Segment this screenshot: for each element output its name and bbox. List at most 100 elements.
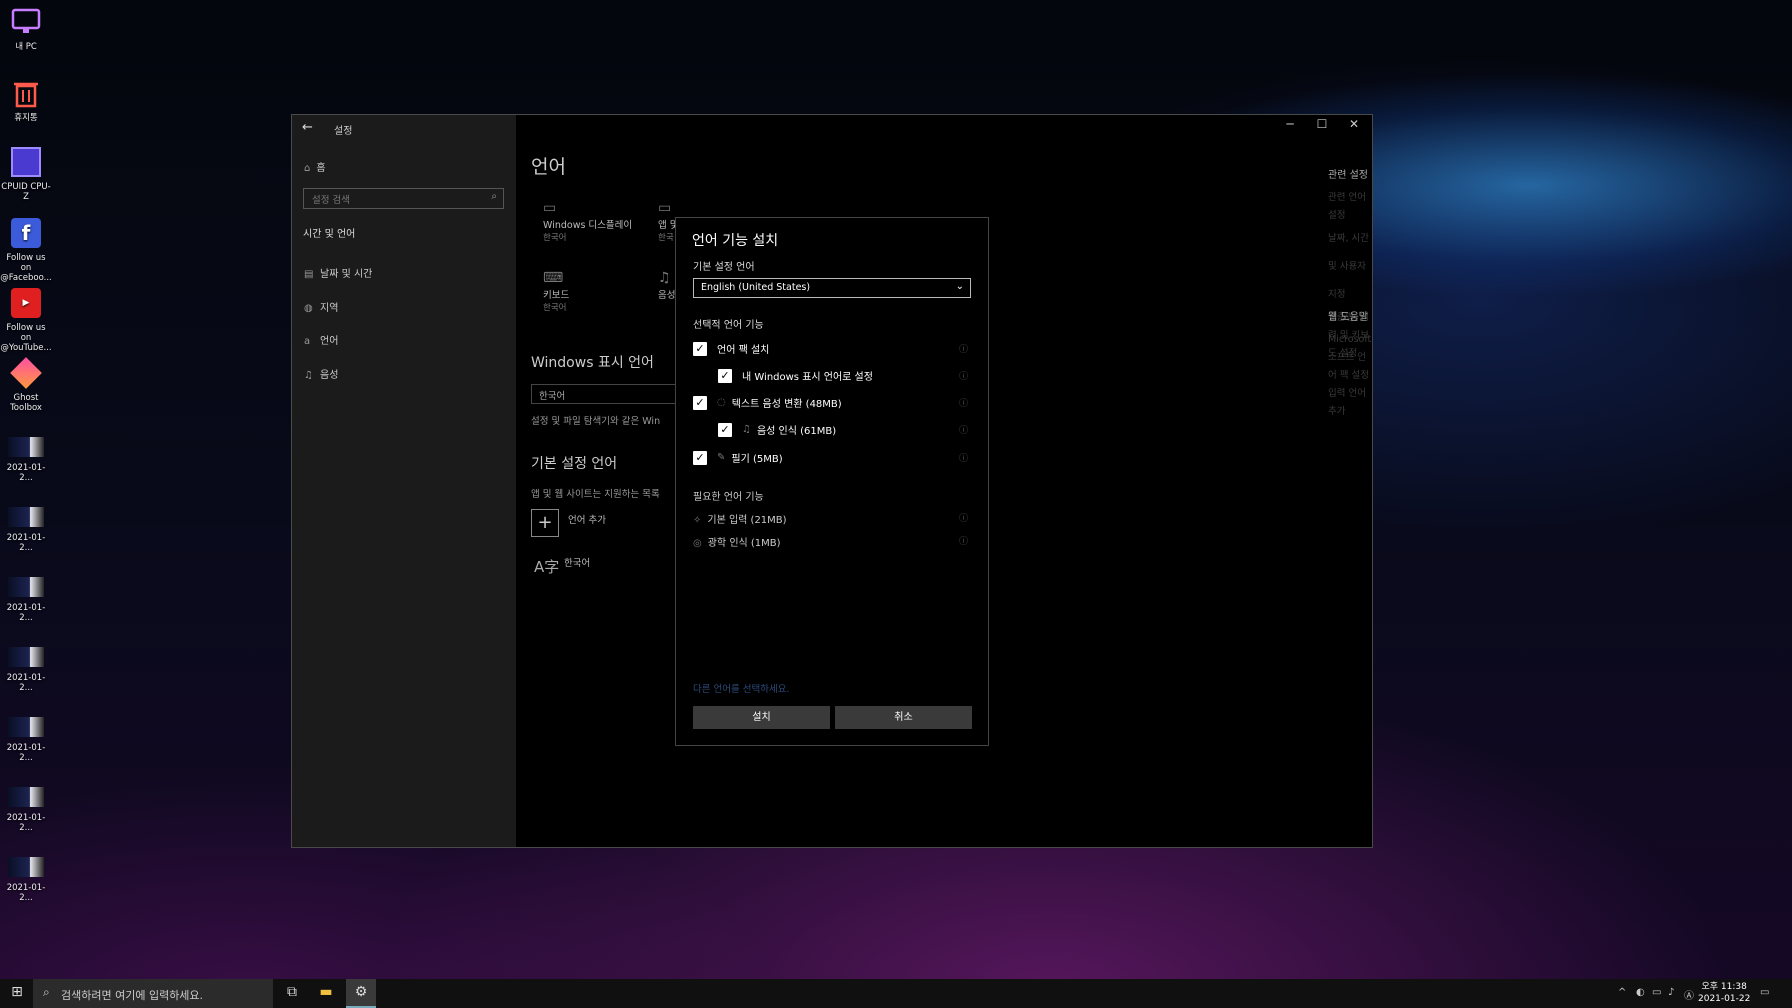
- desktop-icon-screenshot[interactable]: 2021-01-2...: [0, 495, 52, 553]
- checkbox-checked-icon[interactable]: ✓: [718, 368, 732, 383]
- settings-gear-icon[interactable]: ⚙: [346, 979, 376, 1008]
- network-icon[interactable]: ▭: [1652, 987, 1661, 998]
- required-label: 광학 인식 (1MB): [707, 538, 781, 549]
- info-icon[interactable]: ⓘ: [959, 342, 968, 355]
- desktop-icon-screenshot[interactable]: 2021-01-2...: [0, 635, 52, 693]
- desktop-icon-label: 2021-01-2...: [6, 813, 46, 833]
- maximize-icon[interactable]: ☐: [1307, 117, 1337, 131]
- settings-search-input[interactable]: 설정 검색 ⌕: [303, 188, 504, 209]
- facebook-icon: f: [9, 216, 43, 250]
- desktop-icon-screenshot[interactable]: 2021-01-2...: [0, 565, 52, 623]
- taskbar-clock[interactable]: 오후 11:38 2021-01-22: [1698, 981, 1750, 1005]
- image-thumbnail: [8, 717, 44, 737]
- image-thumbnail: [8, 577, 44, 597]
- handwriting-icon: ✎: [717, 452, 726, 463]
- install-button[interactable]: 설치: [693, 706, 830, 729]
- desktop-icon-this-pc[interactable]: 내 PC: [0, 5, 52, 52]
- back-arrow-icon[interactable]: ←: [302, 120, 313, 135]
- tile-sub: 한국어: [543, 303, 567, 313]
- tile-label: 키보드: [543, 290, 570, 301]
- sidebar-item-home[interactable]: ⌂ 홈: [304, 159, 326, 174]
- tile-keyboard[interactable]: ⌨ 키보드 한국어: [543, 271, 570, 315]
- preferred-language-heading: 기본 설정 언어: [531, 456, 618, 472]
- desktop-icon-ghost-toolbox[interactable]: Ghost Toolbox: [0, 356, 52, 413]
- related-link[interactable]: 날짜, 시간 및 사용자 지정: [1328, 225, 1372, 309]
- search-icon: ⌕: [491, 191, 497, 202]
- minimize-icon[interactable]: ─: [1275, 117, 1305, 131]
- desktop-icon-label: Ghost Toolbox: [10, 393, 42, 413]
- checkbox-checked-icon[interactable]: ✓: [718, 422, 732, 437]
- info-icon[interactable]: ⓘ: [959, 511, 968, 524]
- desktop-icon-screenshot[interactable]: 2021-01-2...: [0, 425, 52, 483]
- calendar-clock-icon: ▤: [304, 269, 314, 280]
- option-text-to-speech[interactable]: ✓ ◌ 텍스트 음성 변환 (48MB): [693, 395, 842, 410]
- sidebar-item-label: 날짜 및 시간: [320, 269, 373, 280]
- desktop-icon-cpuz[interactable]: CPUID CPU-Z: [0, 145, 52, 202]
- option-language-pack[interactable]: ✓ 언어 팩 설치: [693, 341, 769, 356]
- checkbox-checked-icon[interactable]: ✓: [693, 450, 707, 465]
- sidebar-item-language[interactable]: a 언어: [304, 332, 338, 347]
- desktop-icon-screenshot[interactable]: 2021-01-2...: [0, 705, 52, 763]
- image-thumbnail: [8, 437, 44, 457]
- taskbar: ⊞ ⌕ 검색하려면 여기에 입력하세요. ⧉ ▬ ⚙ ^ ◐ ▭ ♪ Ⓐ 오후 1…: [0, 979, 1792, 1008]
- chevron-down-icon: ⌄: [955, 281, 964, 292]
- add-language-icon[interactable]: +: [531, 509, 559, 537]
- ime-icon[interactable]: Ⓐ: [1684, 987, 1694, 1002]
- tile-sub: 한국어: [543, 233, 567, 243]
- info-icon[interactable]: ⓘ: [959, 423, 968, 436]
- related-link[interactable]: 관련 언어 설정: [1328, 189, 1372, 225]
- volume-icon[interactable]: ♪: [1668, 987, 1674, 998]
- globe-icon: ◍: [304, 303, 313, 314]
- tray-app-icon[interactable]: ◐: [1636, 987, 1645, 998]
- option-speech-recognition[interactable]: ✓ ♫ 음성 인식 (61MB): [718, 422, 836, 437]
- info-icon[interactable]: ⓘ: [959, 396, 968, 409]
- display-language-select[interactable]: 한국어: [531, 384, 681, 404]
- language-dropdown[interactable]: English (United States) ⌄: [693, 278, 971, 298]
- start-windows-icon[interactable]: ⊞: [2, 984, 32, 1000]
- desktop-icon-screenshot[interactable]: 2021-01-2...: [0, 845, 52, 903]
- desktop-icon-youtube[interactable]: ▶ Follow us on @YouTube...: [0, 286, 52, 353]
- page-title: 언어: [531, 156, 566, 178]
- option-handwriting[interactable]: ✓ ✎ 필기 (5MB): [693, 450, 783, 465]
- option-label: 텍스트 음성 변환 (48MB): [731, 399, 842, 410]
- sidebar-item-region[interactable]: ◍ 지역: [304, 299, 338, 314]
- option-label: 내 Windows 표시 언어로 설정: [742, 372, 873, 383]
- choose-other-language-link[interactable]: 다른 언어를 선택하세요.: [693, 681, 789, 695]
- taskbar-search-box[interactable]: ⌕ 검색하려면 여기에 입력하세요.: [33, 979, 273, 1008]
- info-icon[interactable]: ⓘ: [959, 451, 968, 464]
- sidebar-item-label: 지역: [320, 303, 339, 314]
- notification-icon[interactable]: ▭: [1760, 987, 1769, 998]
- add-language-label[interactable]: 언어 추가: [568, 512, 606, 526]
- image-thumbnail: [8, 647, 44, 667]
- language-item-label[interactable]: 한국어: [564, 555, 590, 569]
- ocr-icon: ◎: [693, 538, 702, 549]
- close-icon[interactable]: ✕: [1339, 117, 1369, 131]
- file-explorer-icon[interactable]: ▬: [311, 984, 341, 1000]
- desktop-icon-screenshot[interactable]: 2021-01-2...: [0, 775, 52, 833]
- search-placeholder: 검색하려면 여기에 입력하세요.: [61, 989, 204, 1002]
- info-icon[interactable]: ⓘ: [959, 534, 968, 547]
- youtube-icon: ▶: [9, 286, 43, 320]
- required-label: 기본 입력 (21MB): [707, 515, 787, 526]
- microphone-icon: ♫: [304, 370, 313, 381]
- cpu-z-icon: [9, 145, 43, 179]
- tile-speech[interactable]: ♫ 음성: [658, 271, 675, 302]
- desktop-icon-recycle-bin[interactable]: 휴지통: [0, 76, 52, 123]
- chevron-up-icon[interactable]: ^: [1618, 987, 1626, 998]
- task-view-icon[interactable]: ⧉: [277, 984, 307, 1000]
- checkbox-checked-icon[interactable]: ✓: [693, 341, 707, 356]
- option-set-display-language[interactable]: ✓ 내 Windows 표시 언어로 설정: [718, 368, 873, 383]
- desktop-icon-label: 2021-01-2...: [6, 673, 46, 693]
- desktop-icon-facebook[interactable]: f Follow us on @Faceboo...: [0, 216, 52, 283]
- tile-windows-display[interactable]: ▭ Windows 디스플레이 한국어: [543, 200, 632, 245]
- checkbox-checked-icon[interactable]: ✓: [693, 395, 707, 410]
- sidebar-item-speech[interactable]: ♫ 음성: [304, 366, 338, 381]
- display-icon: ▭: [543, 200, 557, 216]
- sidebar-item-date-time[interactable]: ▤ 날짜 및 시간: [304, 265, 372, 280]
- desktop-icon-label: Follow us on @YouTube...: [0, 323, 52, 353]
- info-icon[interactable]: ⓘ: [959, 369, 968, 382]
- dropdown-value: English (United States): [701, 282, 811, 293]
- cancel-button[interactable]: 취소: [835, 706, 972, 729]
- help-link[interactable]: 입력 언어 추가: [1328, 385, 1372, 421]
- help-link[interactable]: Microsoft 소프트 언어 팩 설정: [1328, 331, 1372, 385]
